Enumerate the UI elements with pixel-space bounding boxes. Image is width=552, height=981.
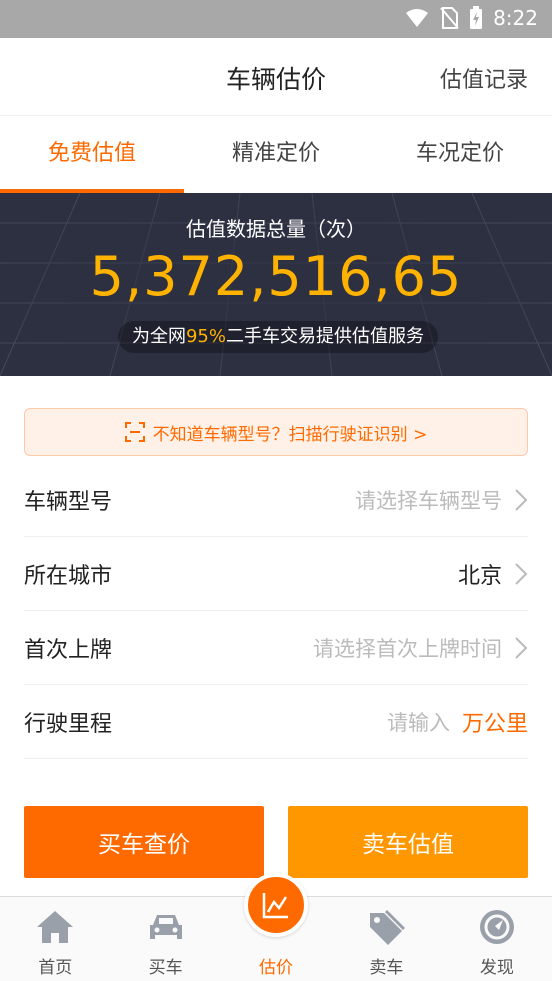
nav-item-discover[interactable]: 发现 <box>442 897 552 981</box>
car-icon <box>149 915 182 939</box>
mileage-label: 行驶里程 <box>24 711 113 737</box>
header: 车辆估价 估值记录 <box>0 38 552 116</box>
stats-banner: 估值数据总量（次） 5,372,516,65 为全网95%二手车交易提供估值服务 <box>0 193 552 376</box>
nav-label-buy: 买车 <box>148 958 183 978</box>
status-bar: 8:22 <box>0 0 552 38</box>
compass-icon <box>479 910 514 944</box>
city-value: 北京 <box>457 563 502 589</box>
city-label: 所在城市 <box>24 563 113 589</box>
tag-icon <box>370 909 406 945</box>
city-row[interactable]: 所在城市 北京 <box>24 537 528 611</box>
sell-car-valuation-button[interactable]: 卖车估值 <box>288 806 528 878</box>
vehicle-model-placeholder: 请选择车辆型号 <box>355 488 502 513</box>
chart-icon <box>262 893 288 919</box>
banner-note-prefix: 为全网 <box>131 326 186 347</box>
banner-label: 估值数据总量（次） <box>186 217 366 241</box>
valuation-count: 5,372,516,65 <box>89 245 463 308</box>
chevron-right-icon <box>515 636 528 659</box>
mileage-unit: 万公里 <box>461 711 528 737</box>
chevron-right-icon <box>515 488 528 511</box>
first-registration-label: 首次上牌 <box>24 637 113 663</box>
valuation-tabs: 免费估值 精准定价 车况定价 <box>0 117 552 193</box>
banner-note: 为全网95%二手车交易提供估值服务 <box>118 321 438 353</box>
first-registration-placeholder: 请选择首次上牌时间 <box>313 636 502 661</box>
nav-label-home: 首页 <box>38 958 73 978</box>
banner-note-suffix: 二手车交易提供估值服务 <box>226 326 424 347</box>
nav-item-sell[interactable]: 卖车 <box>331 897 441 981</box>
status-time: 8:22 <box>493 6 538 30</box>
banner-note-percent: 95% <box>185 326 226 347</box>
vehicle-model-row[interactable]: 车辆型号 请选择车辆型号 <box>24 463 528 537</box>
scan-hint-text: 不知道车辆型号？扫描行驶证识别 > <box>152 424 428 445</box>
nav-label-valuation: 估价 <box>259 958 294 978</box>
wifi-icon <box>406 9 429 27</box>
valuation-history-link[interactable]: 估值记录 <box>440 62 528 94</box>
scan-license-button[interactable]: 不知道车辆型号？扫描行驶证识别 > <box>24 408 528 456</box>
tab-free-valuation[interactable]: 免费估值 <box>0 117 184 193</box>
no-sim-icon <box>440 7 459 29</box>
chevron-right-icon <box>515 562 528 585</box>
buy-car-price-button[interactable]: 买车查价 <box>24 806 264 878</box>
valuation-fab[interactable] <box>244 873 308 937</box>
tab-condition-pricing[interactable]: 车况定价 <box>368 117 552 193</box>
mileage-row: 行驶里程 请输入 万公里 <box>24 685 528 759</box>
nav-label-discover: 发现 <box>479 958 514 978</box>
mileage-input[interactable]: 请输入 <box>387 707 450 737</box>
nav-item-home[interactable]: 首页 <box>0 897 110 981</box>
home-icon <box>37 911 74 943</box>
vehicle-model-label: 车辆型号 <box>24 489 113 515</box>
scan-icon <box>124 422 145 442</box>
tab-precise-pricing[interactable]: 精准定价 <box>184 117 368 193</box>
first-registration-row[interactable]: 首次上牌 请选择首次上牌时间 <box>24 611 528 685</box>
nav-item-buy[interactable]: 买车 <box>110 897 220 981</box>
status-icons: 8:22 <box>405 6 538 30</box>
nav-label-sell: 卖车 <box>369 958 404 978</box>
battery-charging-icon <box>470 6 483 29</box>
